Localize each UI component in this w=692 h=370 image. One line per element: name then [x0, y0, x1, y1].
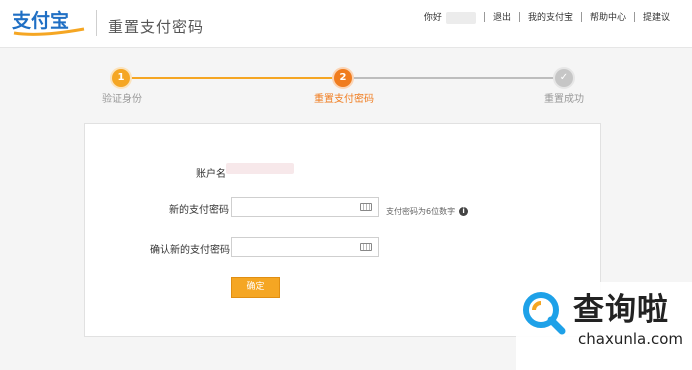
page-title: 重置支付密码 — [108, 18, 205, 36]
step-2-label: 重置支付密码 — [314, 94, 374, 105]
header-divider — [96, 10, 97, 36]
progress-line-pending — [351, 77, 555, 79]
user-greeting: 你好 — [416, 10, 484, 24]
keyboard-icon[interactable] — [360, 243, 372, 251]
confirm-password-input[interactable] — [231, 237, 379, 257]
account-name-redacted — [226, 163, 294, 174]
my-alipay-link[interactable]: 我的支付宝 — [520, 10, 581, 23]
progress-line-completed — [130, 77, 334, 79]
step-2-indicator: 2 — [334, 69, 352, 87]
suggestion-link[interactable]: 提建议 — [635, 10, 678, 23]
help-center-link[interactable]: 帮助中心 — [582, 10, 634, 23]
logout-link[interactable]: 退出 — [485, 10, 519, 23]
step-3-check-icon: ✓ — [555, 69, 573, 87]
step-1-indicator: 1 — [112, 69, 130, 87]
confirm-password-label: 确认新的支付密码 — [150, 245, 230, 256]
step-1-label: 验证身份 — [102, 94, 142, 105]
confirm-button[interactable]: 确定 — [231, 277, 280, 298]
top-navigation: 你好 退出 我的支付宝 帮助中心 提建议 — [416, 10, 678, 24]
info-icon[interactable]: i — [459, 207, 469, 216]
username-redacted — [445, 11, 476, 24]
greeting-label: 你好 — [423, 13, 442, 23]
step-3-label: 重置成功 — [544, 94, 584, 105]
magnifier-logo-icon — [523, 292, 566, 335]
alipay-logo[interactable]: 支付宝 — [10, 7, 90, 37]
keyboard-icon[interactable] — [360, 203, 372, 211]
watermark-text: 查询啦 — [573, 292, 669, 328]
watermark-url: chaxunla.com — [578, 330, 683, 348]
progress-steps: 1 2 ✓ 验证身份 重置支付密码 重置成功 — [0, 66, 692, 106]
top-header: 支付宝 重置支付密码 你好 退出 我的支付宝 帮助中心 提建议 — [0, 0, 692, 48]
password-hint: 支付密码为6位数字 i — [386, 206, 469, 217]
logo-text: 支付宝 — [11, 9, 69, 32]
password-hint-text: 支付密码为6位数字 — [386, 207, 456, 216]
account-name-label: 账户名 — [196, 169, 226, 180]
new-password-label: 新的支付密码 — [169, 205, 229, 216]
new-password-input[interactable] — [231, 197, 379, 217]
